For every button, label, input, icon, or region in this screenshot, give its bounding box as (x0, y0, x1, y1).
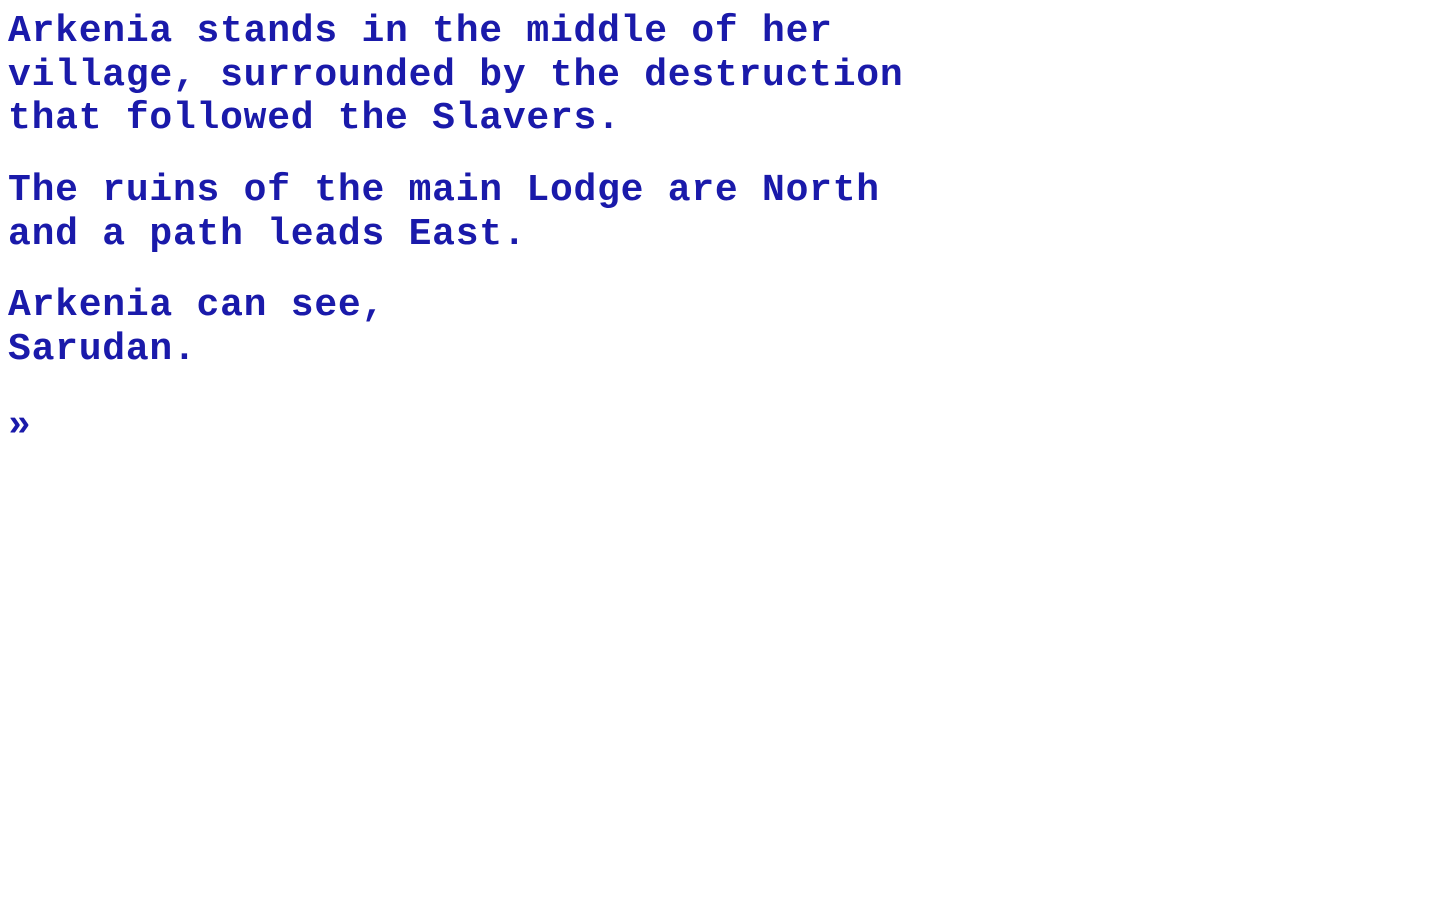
narrative-paragraph-3: Arkenia can see, Sarudan. (8, 284, 1432, 371)
narrative-paragraph-1: Arkenia stands in the middle of her vill… (8, 10, 1432, 141)
command-prompt[interactable]: » (8, 404, 31, 447)
narrative-paragraph-2: The ruins of the main Lodge are North an… (8, 169, 1432, 256)
game-screen: Arkenia stands in the middle of her vill… (0, 0, 1440, 900)
